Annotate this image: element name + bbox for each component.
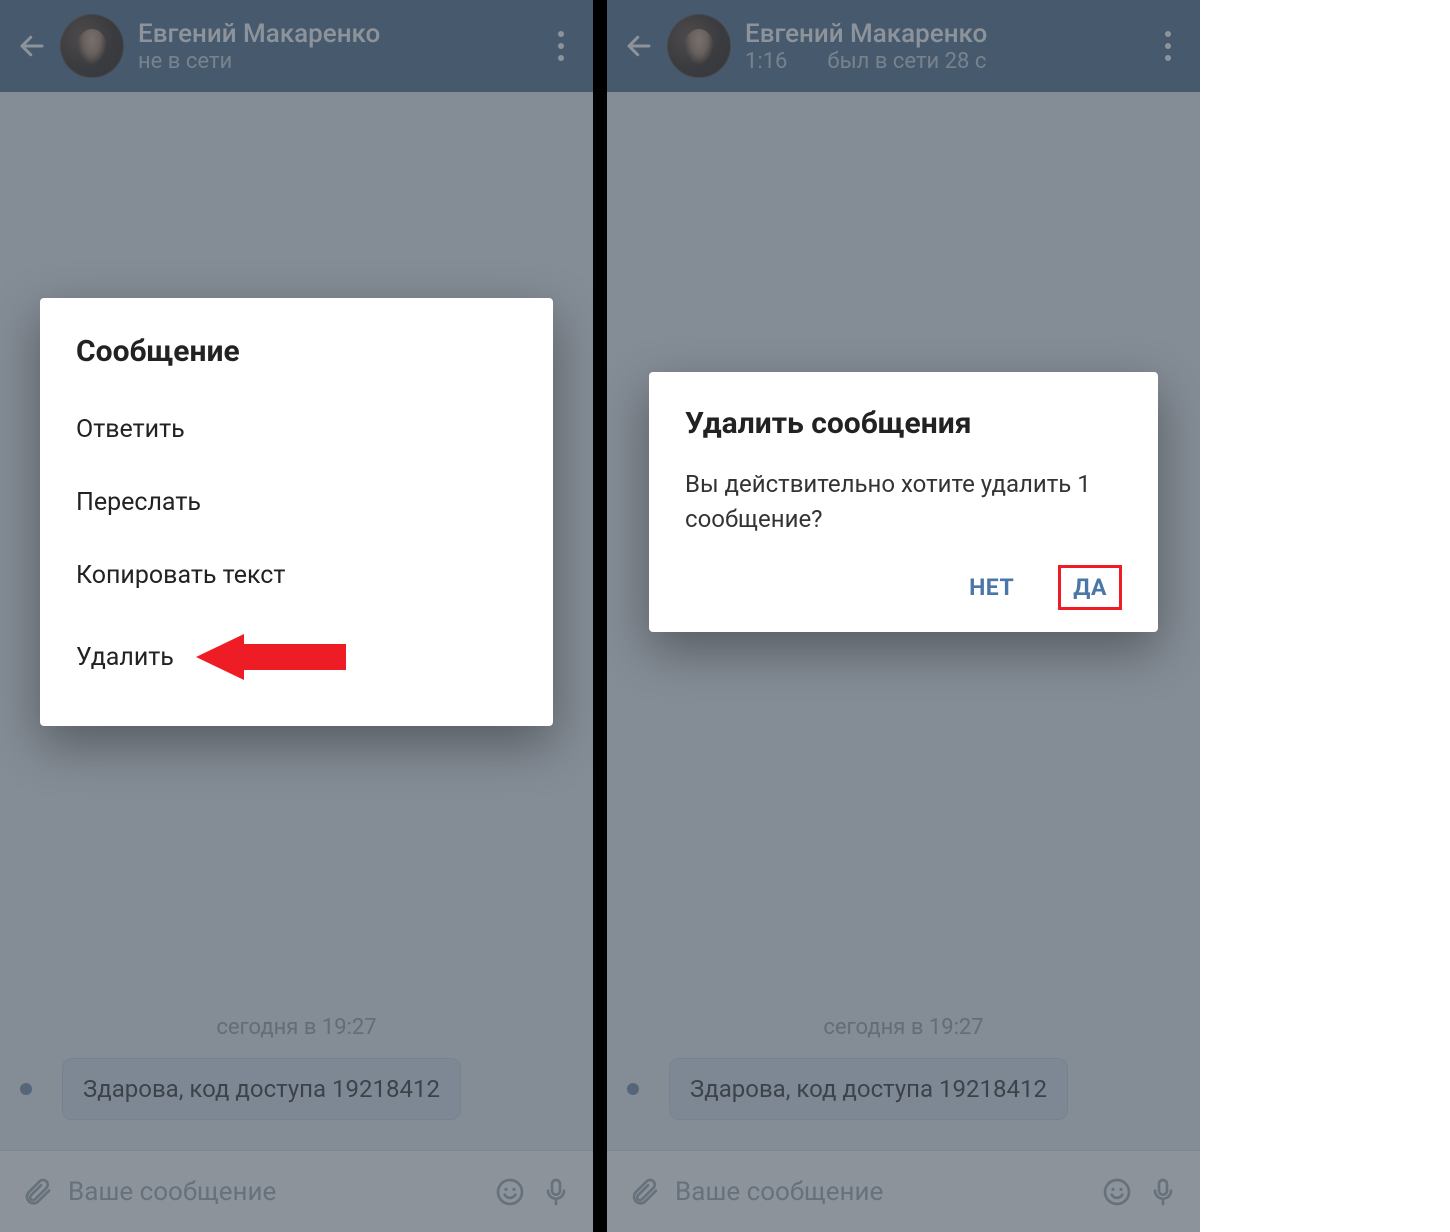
menu-item-forward[interactable]: Переслать (40, 466, 553, 539)
dialog-yes-button[interactable]: ДА (1058, 565, 1122, 610)
menu-item-copy-text[interactable]: Копировать текст (40, 539, 553, 612)
menu-item-reply[interactable]: Ответить (40, 393, 553, 466)
menu-item-label: Копировать текст (76, 561, 285, 590)
dialog-actions: НЕТ ДА (685, 565, 1122, 610)
menu-item-label: Удалить (76, 643, 174, 672)
menu-item-label: Ответить (76, 415, 185, 444)
context-menu-title: Сообщение (40, 326, 553, 393)
message-context-menu: Сообщение Ответить Переслать Копировать … (40, 298, 553, 726)
blank-area (1200, 0, 1450, 1232)
screenshot-left: Евгений Макаренко не в сети сегодня в 19… (0, 0, 593, 1232)
annotation-arrow-icon (196, 634, 346, 680)
dialog-title: Удалить сообщения (685, 406, 1122, 441)
dialog-body: Вы действительно хотите удалить 1 сообще… (685, 467, 1122, 537)
screenshot-right: Евгений Макаренко 1:16 был в сети 28 с с… (607, 0, 1200, 1232)
menu-item-label: Переслать (76, 488, 201, 517)
dialog-no-button[interactable]: НЕТ (959, 566, 1024, 609)
menu-item-delete[interactable]: Удалить (40, 612, 553, 702)
pane-divider (593, 0, 607, 1232)
delete-confirm-dialog: Удалить сообщения Вы действительно хотит… (649, 372, 1158, 632)
